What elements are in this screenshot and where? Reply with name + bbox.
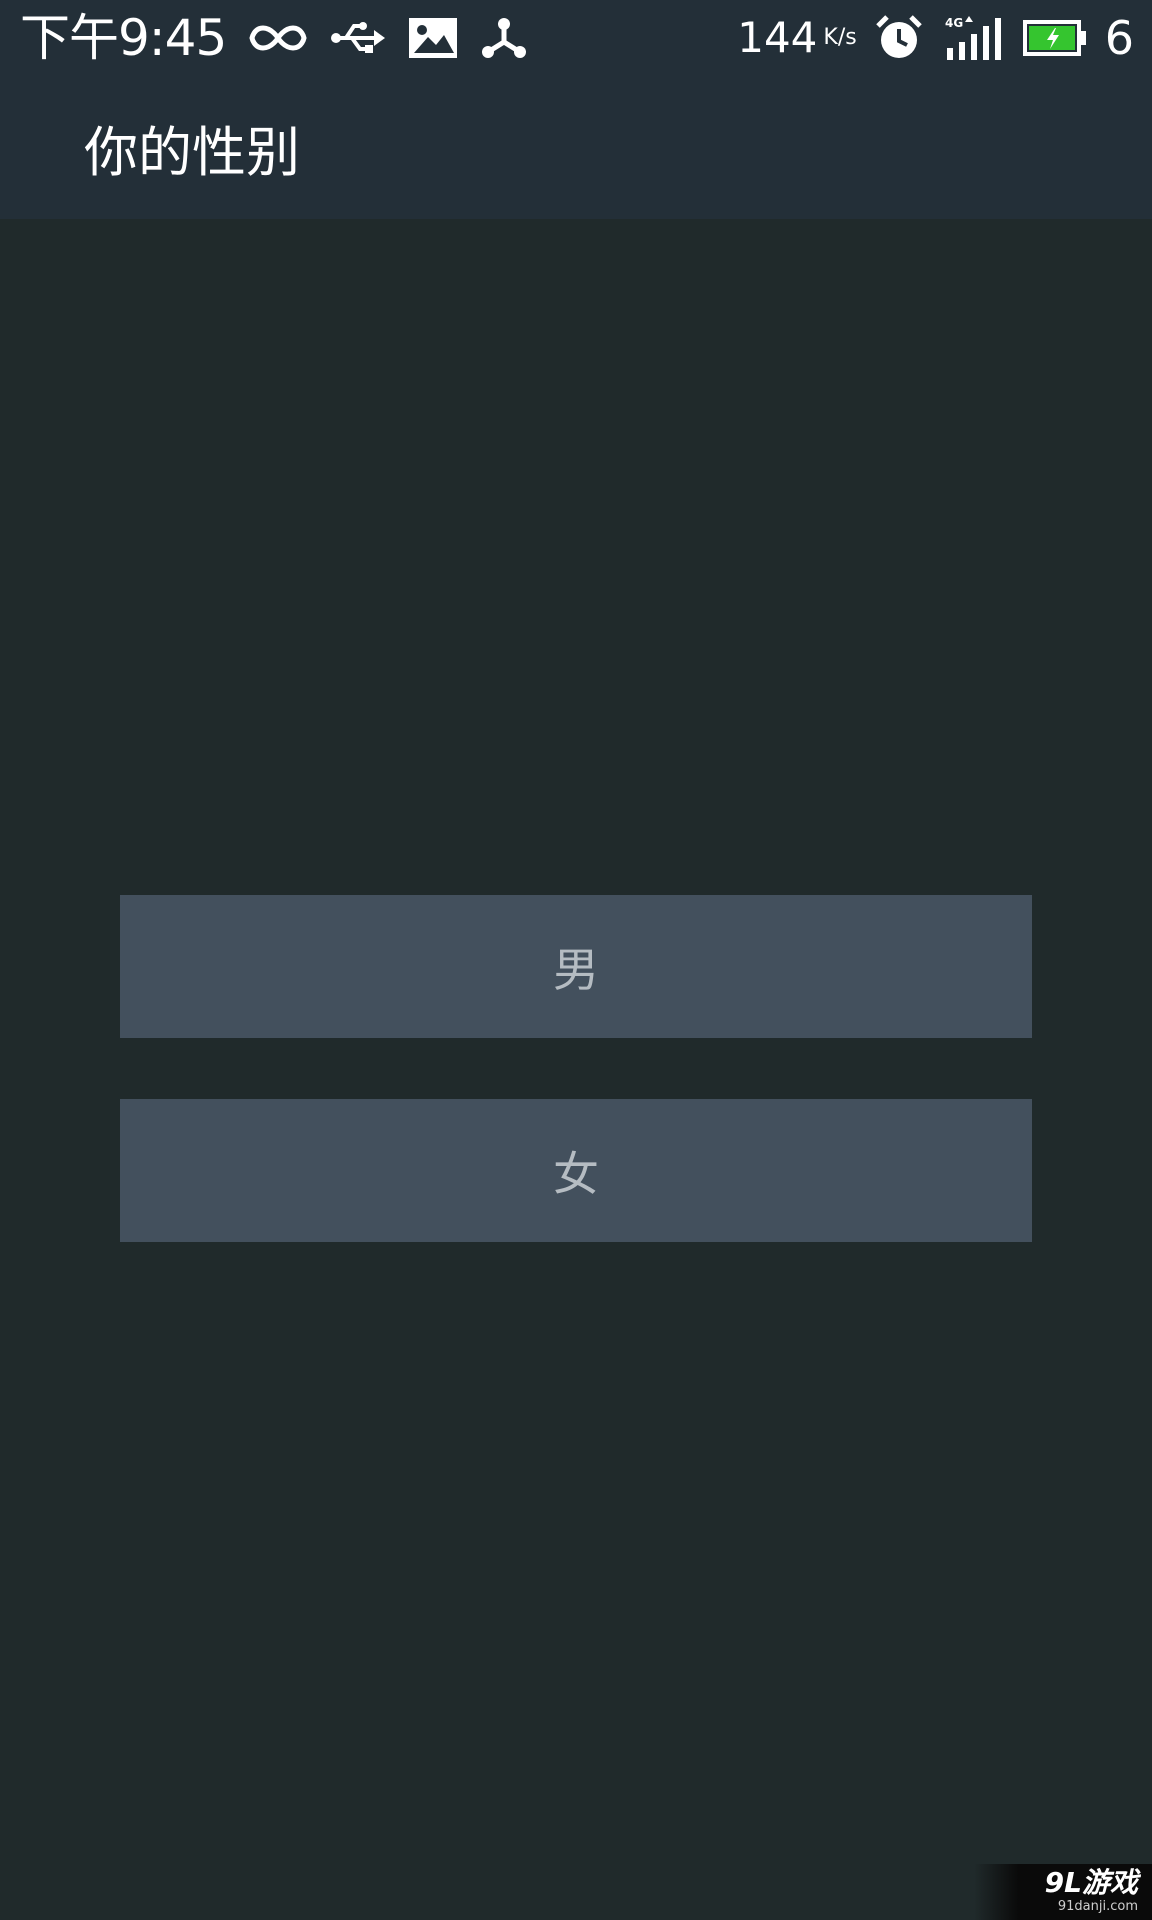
battery-level: 6 — [1104, 11, 1134, 65]
svg-text:4G: 4G — [945, 16, 963, 30]
female-option-button[interactable]: 女 — [120, 1099, 1032, 1242]
usb-icon — [330, 18, 386, 58]
male-option-button[interactable]: 男 — [120, 895, 1032, 1038]
network-speed-unit: K/s — [823, 25, 857, 50]
status-bar: 下午9:45 144 K/s 4G 6 — [0, 0, 1152, 76]
app-bar: 你的性别 — [0, 76, 1152, 219]
male-option-label: 男 — [553, 942, 599, 997]
status-time: 下午9:45 — [20, 9, 227, 67]
page-title: 你的性别 — [84, 121, 300, 184]
image-icon — [408, 17, 458, 59]
signal-4g-icon: 4G — [945, 16, 1001, 60]
watermark: 9L游戏 91danji.com — [974, 1864, 1152, 1920]
alarm-clock-icon — [875, 14, 923, 62]
female-option-label: 女 — [553, 1146, 599, 1201]
status-bar-right: 144 K/s 4G 6 — [737, 0, 1134, 76]
share-hub-icon — [480, 16, 528, 60]
content: 男 女 — [0, 219, 1152, 1920]
status-bar-left: 下午9:45 — [20, 0, 550, 76]
battery-charging-icon — [1022, 20, 1087, 56]
watermark-url: 91danji.com — [1057, 1899, 1138, 1915]
infinity-icon — [248, 20, 308, 56]
network-speed: 144 — [737, 13, 818, 62]
watermark-logo: 9L游戏 — [1044, 1866, 1138, 1900]
screen: 下午9:45 144 K/s 4G 6 你的性别 男 女 9L游戏 91danj… — [0, 0, 1152, 1920]
